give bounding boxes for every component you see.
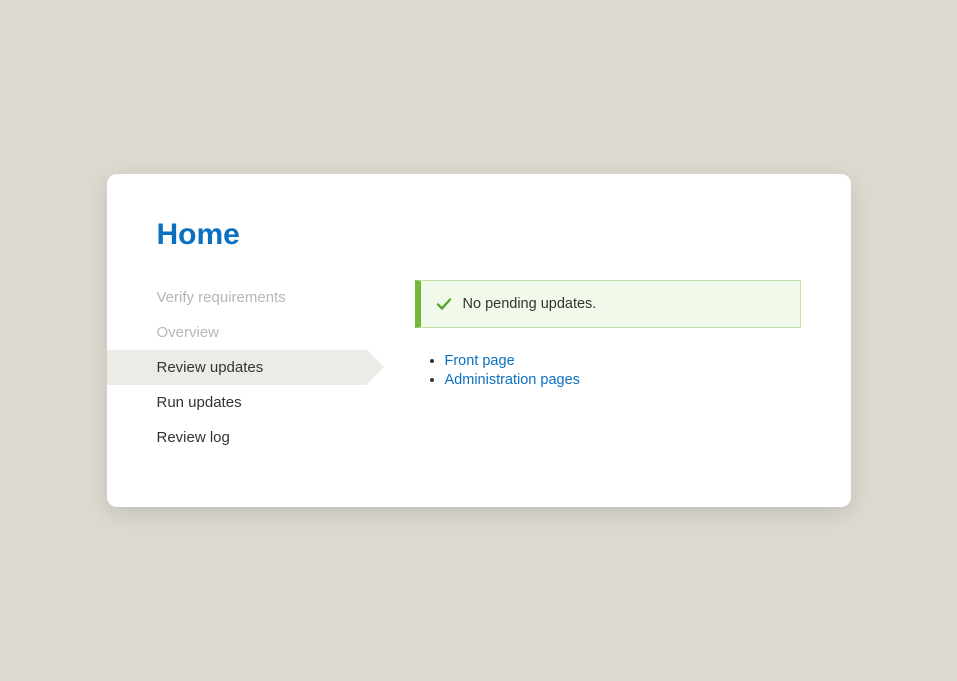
page-title: Home <box>157 218 801 252</box>
step-label: Run updates <box>157 394 242 411</box>
check-icon <box>435 295 453 313</box>
step-verify-requirements: Verify requirements <box>107 280 367 315</box>
step-review-updates[interactable]: Review updates <box>107 350 367 385</box>
links-list: Front page Administration pages <box>415 352 801 388</box>
link-front-page[interactable]: Front page <box>445 353 515 369</box>
step-overview: Overview <box>107 315 367 350</box>
progress-steps: Verify requirements Overview Review upda… <box>107 280 367 455</box>
list-item: Administration pages <box>445 371 801 388</box>
status-text: No pending updates. <box>463 296 597 312</box>
link-administration-pages[interactable]: Administration pages <box>445 372 580 388</box>
step-review-log[interactable]: Review log <box>107 420 367 455</box>
main-content: No pending updates. Front page Administr… <box>367 280 801 390</box>
status-message: No pending updates. <box>415 280 801 328</box>
step-label: Review updates <box>157 359 264 376</box>
step-label: Verify requirements <box>157 289 286 306</box>
list-item: Front page <box>445 352 801 369</box>
step-run-updates[interactable]: Run updates <box>107 385 367 420</box>
step-label: Overview <box>157 324 220 341</box>
step-label: Review log <box>157 429 230 446</box>
content-row: Verify requirements Overview Review upda… <box>157 280 801 455</box>
main-card: Home Verify requirements Overview Review… <box>107 174 851 507</box>
